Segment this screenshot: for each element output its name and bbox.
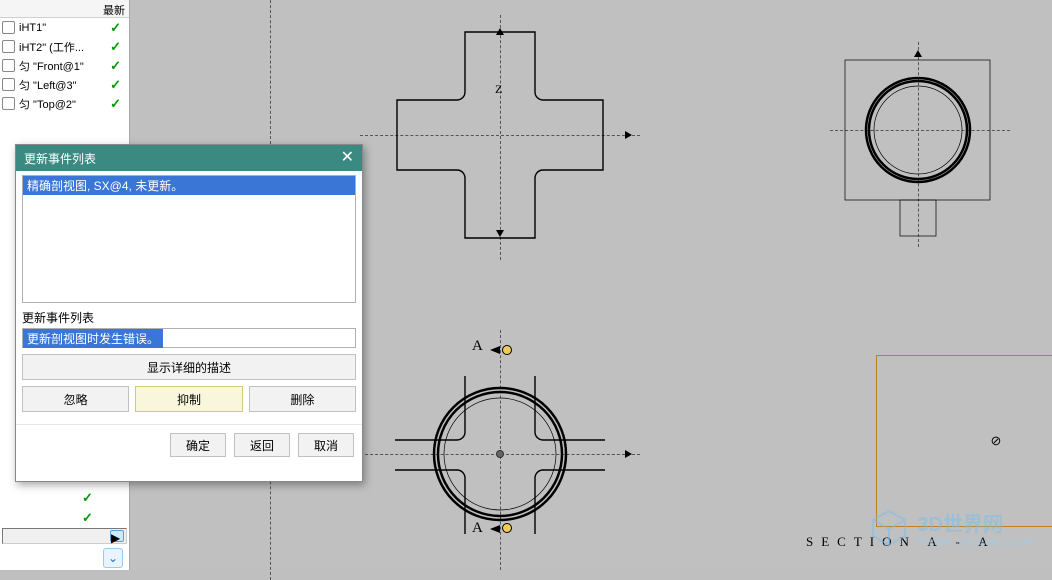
events-label: 更新事件列表	[22, 309, 356, 326]
list-item[interactable]: 精确剖视图, SX@4, 未更新。	[23, 176, 355, 195]
section-label-a: A	[472, 338, 483, 355]
dialog-title-text: 更新事件列表	[24, 150, 96, 167]
arrowhead-icon	[625, 450, 632, 458]
ok-button[interactable]: 确定	[170, 433, 226, 457]
arrowhead-icon	[914, 50, 922, 57]
section-arrow-handle[interactable]	[502, 345, 512, 355]
empty-marker-icon: ⊘	[991, 433, 1002, 449]
cube-icon	[869, 508, 909, 548]
tree-item-label: 匀 "Top@2"	[19, 96, 76, 112]
suppress-button[interactable]: 抑制	[135, 386, 242, 412]
collapse-panel-button[interactable]: ⌄	[103, 548, 123, 568]
checkmark-icon: ✓	[82, 510, 93, 525]
arrowhead-icon	[490, 346, 500, 354]
tree-item-label: 匀 "Left@3"	[19, 77, 77, 93]
view-icon	[2, 78, 15, 91]
axis-label: Z	[495, 82, 502, 97]
sheet-icon	[2, 21, 15, 34]
checkmark-icon: ✓	[110, 96, 121, 112]
column-header: 最新	[0, 0, 129, 18]
arrowhead-icon	[496, 28, 504, 35]
update-events-dialog: 更新事件列表 ✕ 精确剖视图, SX@4, 未更新。 更新事件列表 更新剖视图时…	[15, 144, 363, 482]
cancel-button[interactable]: 取消	[298, 433, 354, 457]
tree-item[interactable]: iHT2" (工作... ✓	[0, 37, 129, 56]
tree-item[interactable]: 匀 "Front@1" ✓	[0, 56, 129, 75]
tree-item[interactable]: 匀 "Top@2" ✓	[0, 94, 129, 113]
section-arrow-handle[interactable]	[502, 523, 512, 533]
tree-item-label: iHT2" (工作...	[19, 39, 84, 55]
section-view-placeholder[interactable]: ⊘	[876, 355, 1052, 527]
section-label-a: A	[472, 520, 483, 537]
tree-item-label: iHT1"	[19, 22, 46, 34]
tree-item-label: 匀 "Front@1"	[19, 58, 84, 74]
checkmark-icon: ✓	[110, 77, 121, 93]
horizontal-scrollbar[interactable]: ▶	[2, 528, 127, 544]
arrowhead-icon	[490, 525, 500, 533]
checkmark-icon: ✓	[110, 20, 121, 36]
cross-fitting-view	[370, 30, 640, 245]
tree-item[interactable]: 匀 "Left@3" ✓	[0, 75, 129, 94]
arrowhead-icon	[496, 230, 504, 237]
ignore-button[interactable]: 忽略	[22, 386, 129, 412]
show-details-button[interactable]: 显示详细的描述	[22, 354, 356, 380]
watermark: 3D世界网WWW.3DSJW.COM	[869, 508, 1034, 548]
elbow-fitting-view	[370, 370, 640, 540]
arrowhead-icon	[625, 131, 632, 139]
checkmark-icon: ✓	[110, 58, 121, 74]
tree-item[interactable]: iHT1" ✓	[0, 18, 129, 37]
checkmark-icon: ✓	[82, 490, 93, 505]
checkmark-icon: ✓	[110, 39, 121, 55]
status-text: 更新剖视图时发生错误。	[23, 329, 163, 348]
view-icon	[2, 97, 15, 110]
status-field[interactable]: 更新剖视图时发生错误。	[22, 328, 356, 348]
end-view	[830, 50, 1010, 240]
view-icon	[2, 59, 15, 72]
events-listbox[interactable]: 精确剖视图, SX@4, 未更新。	[22, 175, 356, 303]
center-point	[496, 450, 504, 458]
delete-button[interactable]: 删除	[249, 386, 356, 412]
back-button[interactable]: 返回	[234, 433, 290, 457]
scroll-right-button[interactable]: ▶	[110, 530, 124, 542]
sheet-icon	[2, 40, 15, 53]
dialog-titlebar[interactable]: 更新事件列表 ✕	[16, 145, 362, 171]
close-icon[interactable]: ✕	[341, 150, 354, 166]
